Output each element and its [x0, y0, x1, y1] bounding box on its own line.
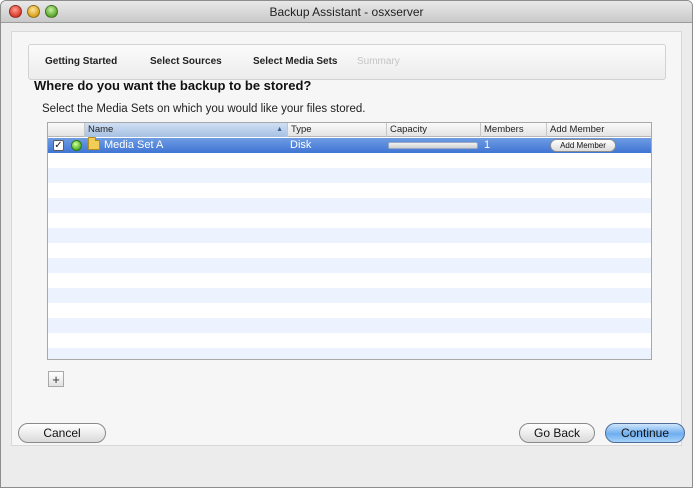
green-status-icon: [71, 140, 82, 151]
media-set-name: Media Set A: [104, 139, 164, 151]
window-title: Backup Assistant - osxserver: [269, 5, 424, 19]
column-header-capacity[interactable]: Capacity: [386, 123, 480, 137]
step-select-media-sets: Select Media Sets: [253, 56, 338, 67]
column-header-select[interactable]: [48, 123, 84, 137]
column-header-name[interactable]: Name ▲: [84, 123, 287, 137]
empty-row: [48, 168, 651, 183]
empty-row: [48, 198, 651, 213]
sort-ascending-icon: ▲: [276, 126, 283, 133]
page-heading: Where do you want the backup to be store…: [34, 78, 312, 93]
column-header-name-label: Name: [88, 124, 114, 135]
add-media-set-button[interactable]: +: [48, 371, 64, 387]
folder-icon: [88, 137, 100, 150]
page-instructions: Select the Media Sets on which you would…: [42, 103, 366, 115]
table-body: ✓ Media Set A Disk 1 Add Member: [48, 137, 651, 359]
empty-row: [48, 318, 651, 333]
go-back-button[interactable]: Go Back: [519, 423, 595, 443]
title-bar[interactable]: Backup Assistant - osxserver: [1, 1, 692, 23]
media-sets-table: Name ▲ Type Capacity Members Add Member …: [47, 122, 652, 360]
backup-assistant-window: Backup Assistant - osxserver Getting Sta…: [0, 0, 693, 488]
step-select-sources: Select Sources: [150, 56, 222, 67]
empty-row: [48, 288, 651, 303]
empty-row: [48, 228, 651, 243]
step-summary: Summary: [357, 56, 400, 67]
column-header-type[interactable]: Type: [287, 123, 386, 137]
capacity-bar: [388, 142, 478, 149]
empty-row: [48, 258, 651, 273]
step-getting-started: Getting Started: [45, 56, 118, 67]
table-header: Name ▲ Type Capacity Members Add Member: [48, 123, 651, 137]
media-set-type: Disk: [290, 139, 312, 151]
column-header-members[interactable]: Members: [480, 123, 546, 137]
cancel-button[interactable]: Cancel: [18, 423, 106, 443]
include-checkbox[interactable]: ✓: [53, 140, 64, 151]
table-row[interactable]: ✓ Media Set A Disk 1 Add Member: [48, 137, 651, 153]
empty-row: [48, 348, 651, 359]
column-header-add-member[interactable]: Add Member: [546, 123, 651, 137]
media-set-members: 1: [484, 139, 491, 151]
add-member-button[interactable]: Add Member: [550, 139, 616, 152]
steps-bar: Getting Started Select Sources Select Me…: [28, 44, 666, 80]
continue-button[interactable]: Continue: [605, 423, 685, 443]
